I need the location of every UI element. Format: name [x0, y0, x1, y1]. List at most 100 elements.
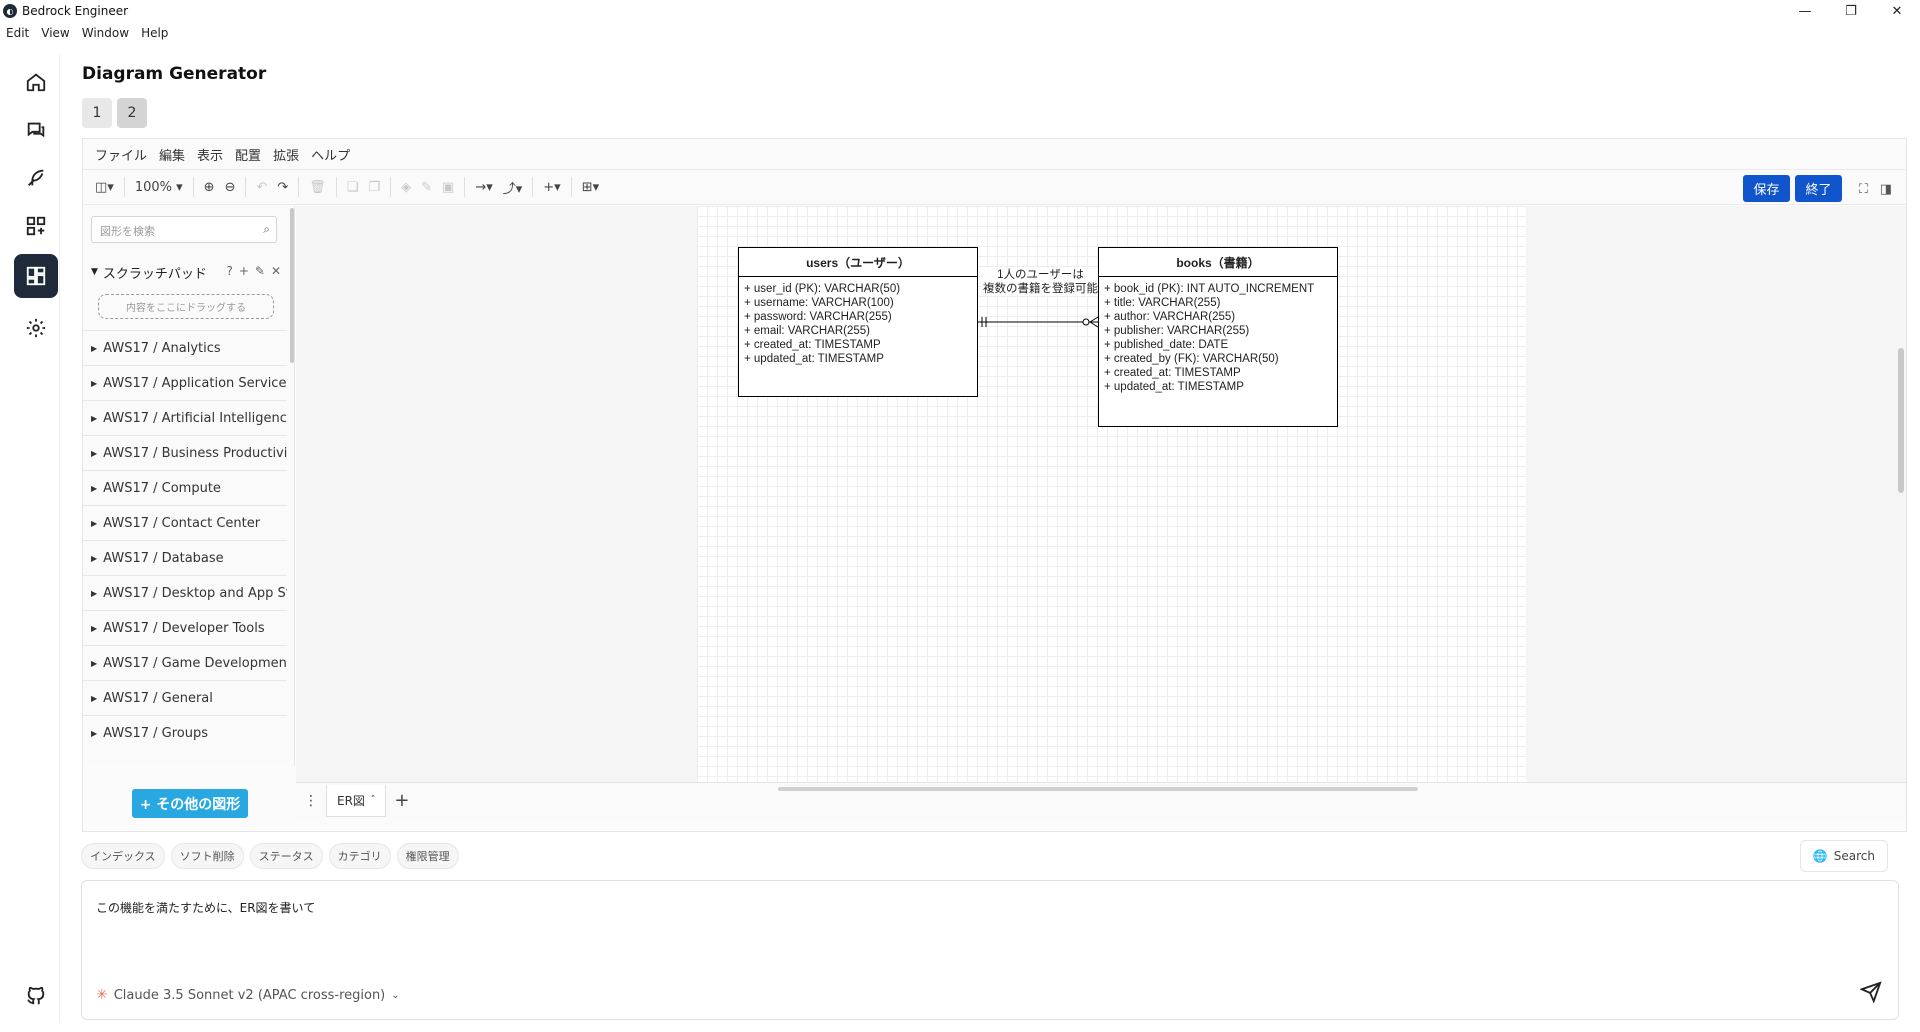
title-bar: ◐ Bedrock Engineer — ❐ ✕	[0, 0, 1920, 22]
shape-category-item[interactable]: ▶ AWS17 / Application Services	[83, 365, 287, 400]
relationship-connector[interactable]	[978, 316, 1100, 328]
insert-icon[interactable]: +▾	[543, 180, 560, 195]
toolbar-divider	[532, 177, 534, 197]
edit-icon[interactable]: ✎	[255, 264, 265, 278]
chip-permission[interactable]: 権限管理	[396, 843, 459, 869]
shape-category-label: AWS17 / Database	[103, 550, 224, 566]
drawio-menu-view[interactable]: 表示	[197, 145, 223, 164]
connection-icon[interactable]: →▾	[475, 180, 492, 195]
shadow-icon[interactable]: ▣	[442, 180, 454, 195]
panel-toggle-icon[interactable]: ◫▾	[95, 180, 114, 195]
canvas-vertical-scrollbar[interactable]	[1898, 348, 1904, 493]
drawio-menu-edit[interactable]: 編集	[159, 145, 185, 164]
users-entity-fields: + user_id (PK): VARCHAR(50) + username: …	[739, 277, 977, 371]
search-label: Search	[1833, 849, 1875, 863]
menu-help[interactable]: Help	[141, 26, 168, 46]
drawio-menu-help[interactable]: ヘルプ	[311, 145, 350, 164]
maximize-button[interactable]: ❐	[1828, 0, 1874, 22]
menu-edit[interactable]: Edit	[6, 26, 29, 46]
more-vertical-icon[interactable]: ⋮	[296, 793, 326, 809]
drawio-editor: ファイル 編集 表示 配置 拡張 ヘルプ ◫▾ 100% ▾ ⊕ ⊖ ↶ ↷ 🗑…	[82, 138, 1907, 832]
format-panel-icon[interactable]: ◨	[1880, 182, 1892, 197]
chip-soft-delete[interactable]: ソフト削除	[170, 843, 244, 869]
shape-search-input[interactable]: 図形を検索 ⌕	[91, 216, 277, 243]
nav-settings[interactable]	[14, 306, 58, 350]
shape-category-item[interactable]: ▶ AWS17 / Analytics	[83, 330, 287, 365]
shape-category-item[interactable]: ▶ AWS17 / Game Development	[83, 645, 287, 680]
scratchpad-dropzone[interactable]: 内容をここにドラッグする	[98, 294, 274, 319]
nav-agents[interactable]	[14, 204, 58, 248]
history-tab-1[interactable]: 1	[82, 98, 112, 128]
close-icon[interactable]: ✕	[271, 264, 281, 278]
shape-category-item[interactable]: ▶ AWS17 / General	[83, 680, 287, 715]
waypoints-icon[interactable]: ⤴▾	[503, 178, 523, 197]
menu-window[interactable]: Window	[82, 26, 129, 46]
relationship-label[interactable]: 1人のユーザーは 複数の書籍を登録可能	[983, 268, 1098, 296]
chip-index[interactable]: インデックス	[81, 843, 165, 869]
undo-icon[interactable]: ↶	[256, 180, 267, 195]
drawio-menu-file[interactable]: ファイル	[95, 145, 147, 164]
shape-category-item[interactable]: ▶ AWS17 / Desktop and App St...	[83, 575, 287, 610]
entity-field: + title: VARCHAR(255)	[1104, 297, 1221, 309]
web-search-toggle[interactable]: 🌐 Search	[1799, 840, 1888, 872]
save-button[interactable]: 保存	[1743, 175, 1790, 202]
relationship-label-line1: 1人のユーザーは	[997, 269, 1084, 281]
fill-color-icon[interactable]: ◈	[401, 180, 411, 195]
sidebar-scrollbar[interactable]	[290, 208, 294, 363]
drawio-menu-extras[interactable]: 拡張	[273, 145, 299, 164]
caret-right-icon: ▶	[91, 623, 98, 633]
delete-icon[interactable]: 🗑	[309, 180, 326, 195]
entity-field: + created_by (FK): VARCHAR(50)	[1104, 353, 1279, 365]
nav-home[interactable]	[14, 60, 58, 104]
zoom-in-icon[interactable]: ⊕	[204, 180, 215, 195]
toolbar-divider	[298, 177, 300, 197]
shape-category-item[interactable]: ▶ AWS17 / Contact Center	[83, 505, 287, 540]
zoom-select[interactable]: 100% ▾	[135, 180, 183, 195]
shape-category-item[interactable]: ▶ AWS17 / Compute	[83, 470, 287, 505]
chip-category[interactable]: カテゴリ	[328, 843, 391, 869]
shape-category-label: AWS17 / Business Productivity	[103, 445, 287, 461]
entity-field: + created_at: TIMESTAMP	[744, 339, 881, 351]
table-icon[interactable]: ⊞▾	[582, 180, 599, 195]
shape-category-item[interactable]: ▶ AWS17 / Developer Tools	[83, 610, 287, 645]
fullscreen-icon[interactable]: ⛶	[1859, 182, 1868, 197]
page-tab-er[interactable]: ER図 ˄	[326, 784, 387, 817]
shape-category-item[interactable]: ▶ AWS17 / Database	[83, 540, 287, 575]
model-selector[interactable]: ✳ Claude 3.5 Sonnet v2 (APAC cross-regio…	[96, 987, 400, 1003]
nav-github[interactable]	[14, 974, 58, 1018]
scratchpad-header[interactable]: ▼ スクラッチパッド ? + ✎ ✕	[91, 260, 285, 284]
diagram-canvas[interactable]: users（ユーザー） + user_id (PK): VARCHAR(50) …	[296, 206, 1906, 782]
help-icon[interactable]: ?	[226, 264, 232, 278]
prompt-input[interactable]: この機能を満たすために、ER図を書いて ✳ Claude 3.5 Sonnet …	[81, 880, 1899, 1020]
to-back-icon[interactable]: ❐	[368, 180, 380, 195]
exit-button[interactable]: 終了	[1795, 175, 1842, 202]
canvas-horizontal-scrollbar[interactable]	[778, 787, 1418, 791]
add-icon[interactable]: +	[239, 264, 249, 278]
menu-view[interactable]: View	[41, 26, 69, 46]
add-page-icon[interactable]: +	[394, 790, 409, 811]
line-color-icon[interactable]: ✎	[421, 180, 432, 195]
close-button[interactable]: ✕	[1874, 0, 1920, 22]
caret-right-icon: ▶	[91, 413, 98, 423]
chip-status[interactable]: ステータス	[249, 843, 323, 869]
model-name: Claude 3.5 Sonnet v2 (APAC cross-region)	[113, 987, 386, 1003]
zoom-out-icon[interactable]: ⊖	[225, 180, 236, 195]
chevron-up-icon[interactable]: ˄	[371, 795, 376, 805]
drawio-menu-arrange[interactable]: 配置	[235, 145, 261, 164]
minimize-button[interactable]: —	[1782, 0, 1828, 22]
shape-category-label: AWS17 / Compute	[103, 480, 221, 496]
send-icon[interactable]	[1860, 981, 1882, 1003]
nav-diagram[interactable]	[14, 254, 58, 298]
users-entity[interactable]: users（ユーザー） + user_id (PK): VARCHAR(50) …	[738, 247, 978, 397]
nav-chat[interactable]	[14, 108, 58, 152]
books-entity[interactable]: books（書籍） + book_id (PK): INT AUTO_INCRE…	[1098, 247, 1338, 427]
caret-right-icon: ▶	[91, 343, 98, 353]
shape-category-item[interactable]: ▶ AWS17 / Business Productivity	[83, 435, 287, 470]
more-shapes-button[interactable]: + その他の図形	[132, 789, 248, 818]
nav-feather[interactable]	[14, 156, 58, 200]
shape-category-item[interactable]: ▶ AWS17 / Artificial Intelligence	[83, 400, 287, 435]
shape-category-item[interactable]: ▶ AWS17 / Groups	[83, 715, 287, 750]
to-front-icon[interactable]: ❏	[347, 180, 359, 195]
redo-icon[interactable]: ↷	[277, 180, 288, 195]
history-tab-2[interactable]: 2	[117, 98, 147, 128]
